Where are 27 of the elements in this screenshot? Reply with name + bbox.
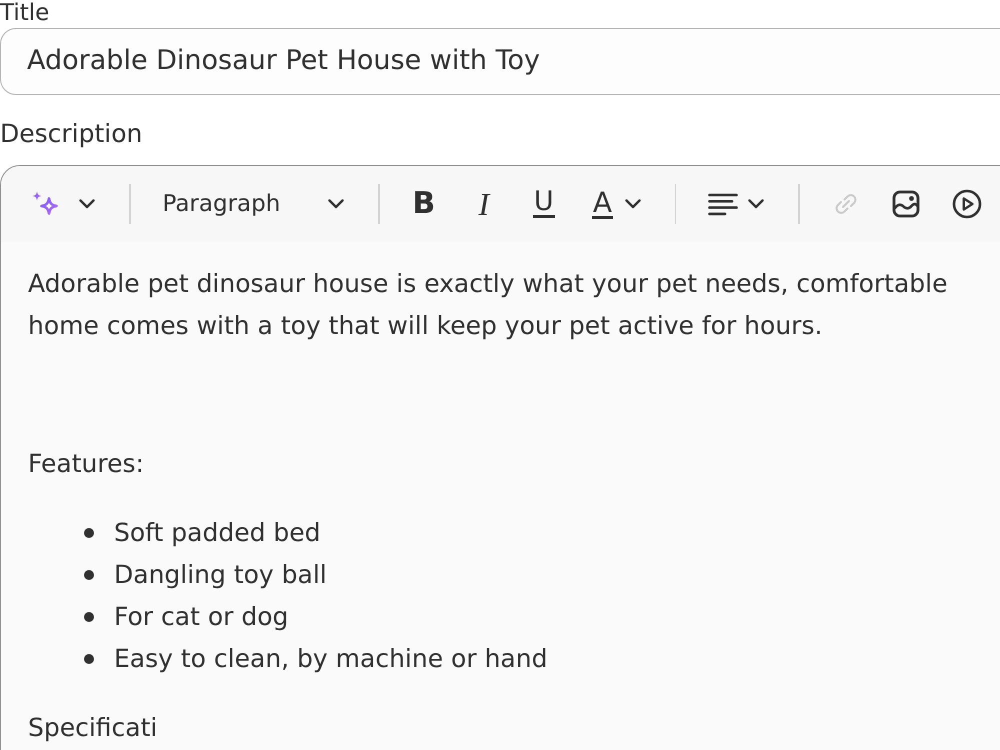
field-label: Description (0, 119, 142, 149)
chevron-down-icon (328, 199, 344, 209)
description-paragraph: Specificati (28, 712, 158, 744)
sparkle-icon (31, 190, 59, 218)
chevron-down-icon (79, 199, 95, 209)
bullet-icon (84, 654, 94, 664)
list-item-text: Easy to clean, by machine or hand (114, 643, 548, 675)
bold-button[interactable]: B (406, 182, 442, 226)
description-paragraph: Adorable pet dinosaur house is exactly what your pet needs, comfortable home comes with a toy that will keep your pet active for hours. (28, 268, 948, 342)
italic-button[interactable]: I (466, 182, 502, 226)
title-input[interactable]: Adorable Dinosaur Pet House with Toy (0, 28, 1000, 95)
bullet-icon (84, 570, 94, 580)
image-icon (892, 190, 920, 218)
list-item-text: Soft padded bed (114, 517, 321, 549)
text-color-button[interactable]: A (586, 182, 647, 226)
list-item-text: Dangling toy ball (114, 559, 327, 591)
chevron-down-icon (624, 199, 641, 209)
underline-button[interactable]: U (526, 182, 562, 226)
field-label: Title (0, 0, 50, 26)
chevron-down-icon (748, 199, 764, 209)
list-item-text: For cat or dog (114, 601, 288, 633)
bullet-icon (84, 612, 94, 622)
bullet-icon (84, 528, 94, 538)
format-dropdown[interactable]: Paragraph (156, 182, 350, 226)
align-left-icon (708, 192, 738, 216)
play-circle-icon (952, 189, 982, 219)
description-paragraph: Features: (28, 448, 145, 480)
